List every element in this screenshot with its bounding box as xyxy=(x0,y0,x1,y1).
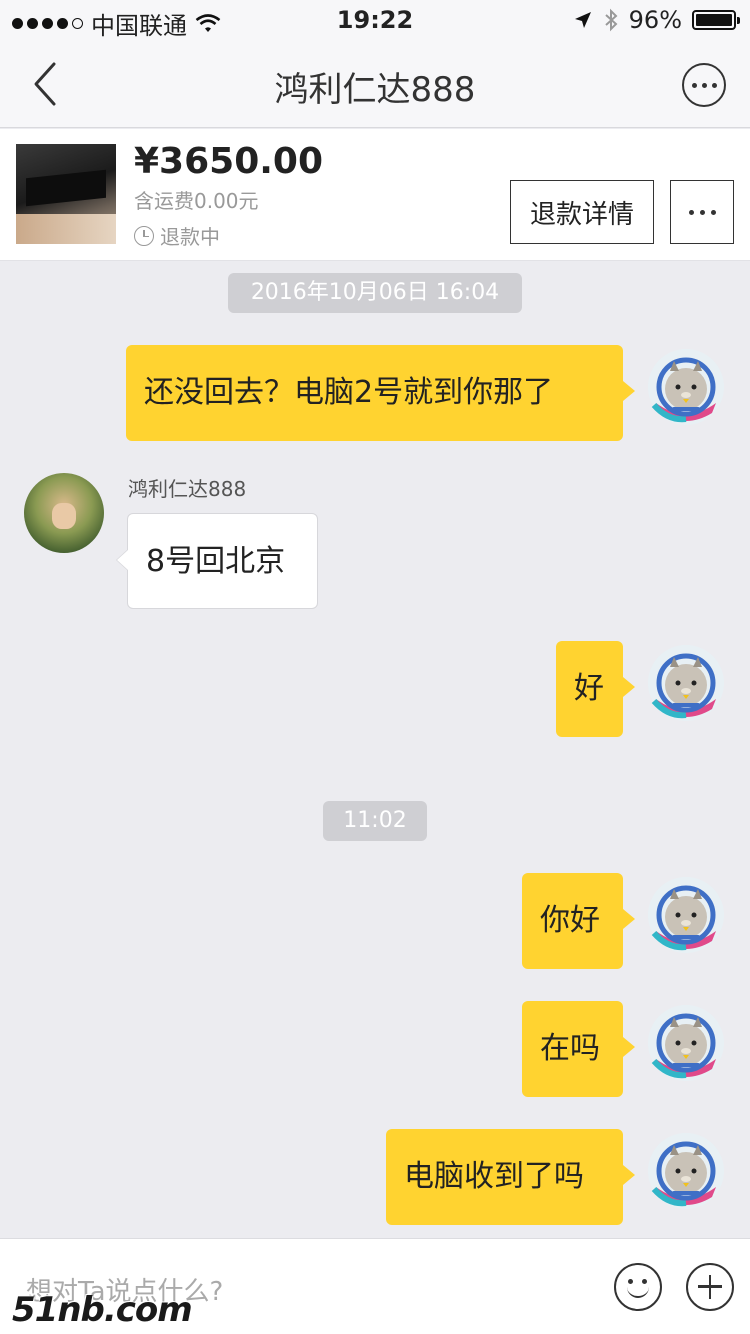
message-bubble-sent[interactable]: 电脑收到了吗 xyxy=(386,1129,635,1225)
order-card[interactable]: ¥3650.00 含运费0.00元 退款中 退款详情 xyxy=(0,129,750,261)
message-bubble-received[interactable]: 8号回北京 xyxy=(116,513,318,609)
message-bubble-sent[interactable]: 你好 xyxy=(522,873,635,969)
status-right: 96% xyxy=(573,6,740,34)
message-bubble-sent[interactable]: 在吗 xyxy=(522,1001,635,1097)
message-bubble-sent[interactable]: 还没回去？电脑2号就到你那了 xyxy=(126,345,635,441)
contact-avatar[interactable] xyxy=(24,473,104,553)
location-arrow-icon xyxy=(574,12,591,28)
plus-icon[interactable] xyxy=(686,1263,734,1311)
site-watermark: 51nb.com xyxy=(12,1290,193,1330)
order-price: ¥3650.00 xyxy=(134,141,324,182)
my-avatar[interactable] xyxy=(646,643,726,723)
refund-status-label: 退款中 xyxy=(160,225,220,249)
refund-details-button[interactable]: 退款详情 xyxy=(510,180,654,244)
status-bar: 中国联通 19:22 96% xyxy=(0,0,750,40)
message-bubble-sent[interactable]: 好 xyxy=(556,641,635,737)
bluetooth-icon xyxy=(604,8,618,32)
timestamp-pill: 11:02 xyxy=(323,801,427,841)
my-avatar[interactable] xyxy=(646,1131,726,1211)
smiley-icon[interactable] xyxy=(614,1263,662,1311)
battery-icon xyxy=(692,10,740,30)
refund-status: 退款中 xyxy=(134,221,220,250)
order-more-button[interactable] xyxy=(670,180,734,244)
battery-percent: 96% xyxy=(628,6,682,34)
my-avatar[interactable] xyxy=(646,347,726,427)
more-options-icon[interactable] xyxy=(682,63,726,107)
page-title: 鸿利仁达888 xyxy=(274,70,476,110)
timestamp-pill: 2016年10月06日 16:04 xyxy=(228,273,522,313)
sender-name: 鸿利仁达888 xyxy=(128,477,247,501)
clock-icon xyxy=(134,225,154,246)
my-avatar[interactable] xyxy=(646,1003,726,1083)
my-avatar[interactable] xyxy=(646,875,726,955)
product-thumbnail[interactable] xyxy=(16,144,116,244)
shipping-fee: 含运费0.00元 xyxy=(134,189,259,213)
nav-bar: 鸿利仁达888 xyxy=(0,40,750,128)
